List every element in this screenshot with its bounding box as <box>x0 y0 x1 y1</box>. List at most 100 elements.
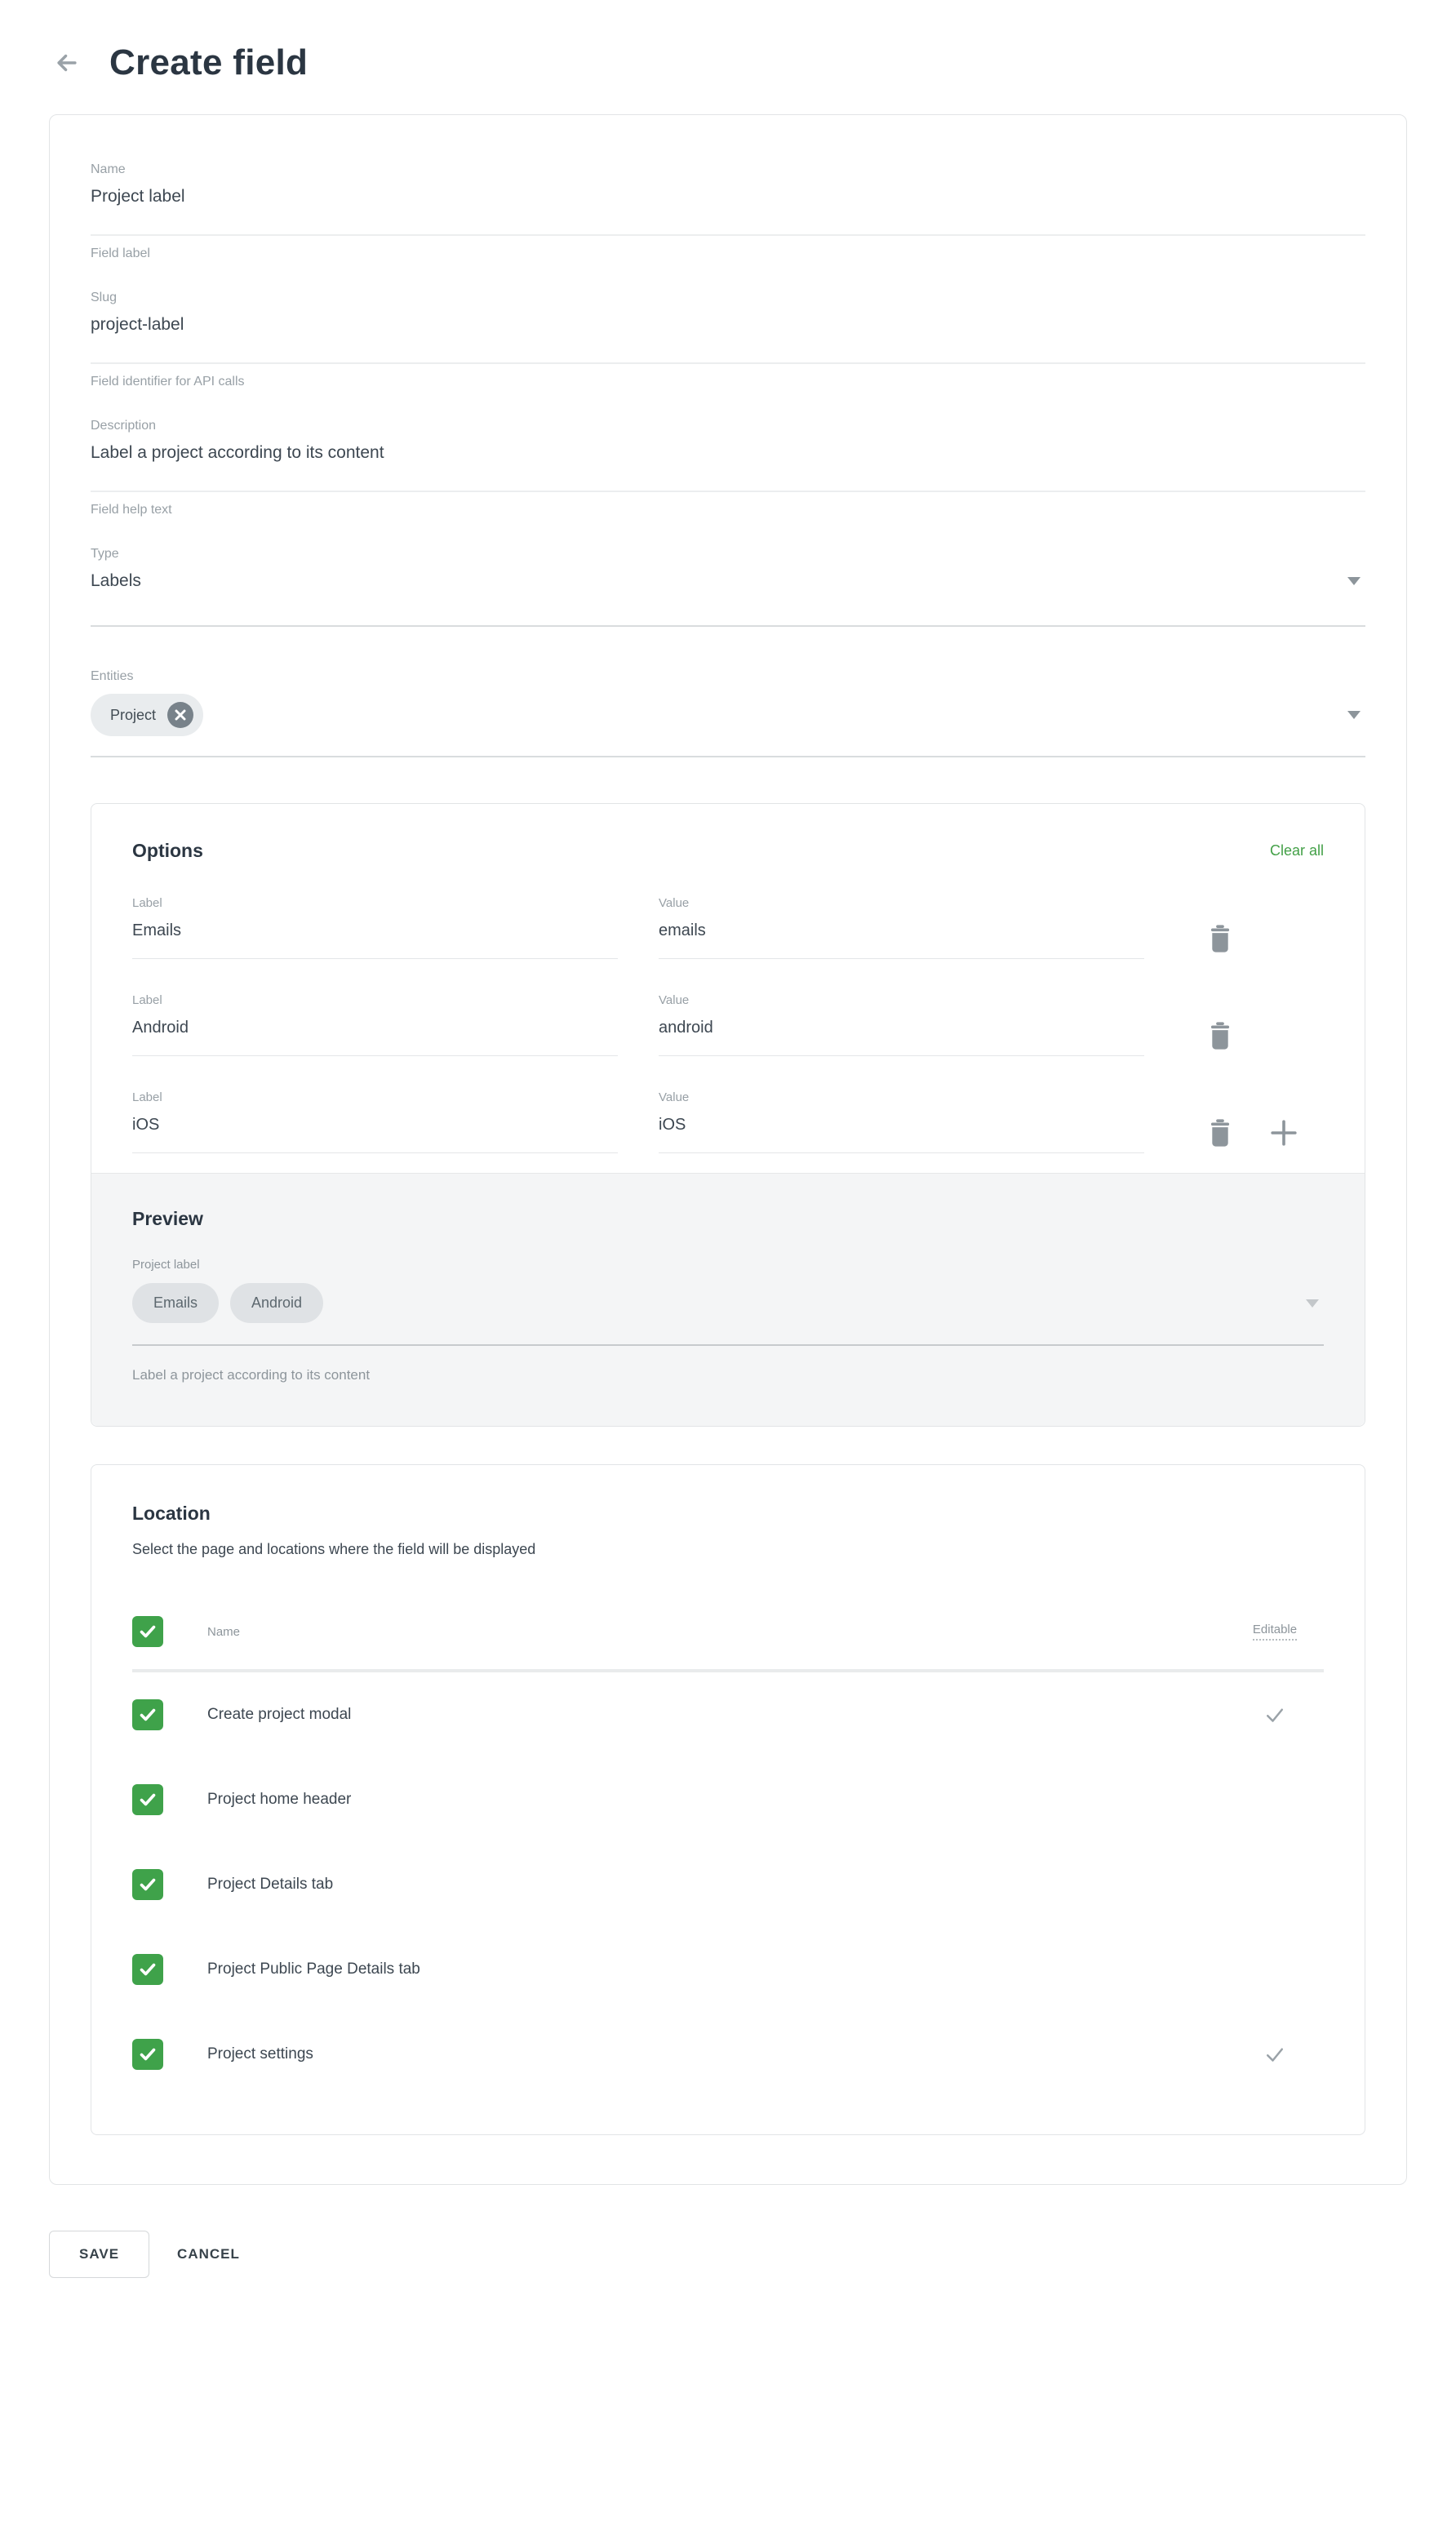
preview-field-label: Project label <box>132 1258 1324 1272</box>
location-row: Create project modal <box>132 1672 1324 1757</box>
trash-icon <box>1206 1041 1234 1053</box>
location-table-header: Name Editable <box>132 1601 1324 1663</box>
option-row: Label iOS Value iOS <box>132 1090 1324 1153</box>
check-icon <box>138 1705 158 1725</box>
entities-field-group: Entities Project <box>91 669 1365 757</box>
location-row-name: Create project modal <box>184 1706 1226 1724</box>
close-icon <box>175 709 186 721</box>
chevron-down-icon <box>1347 711 1361 719</box>
option-value-caption: Value <box>659 896 1144 910</box>
plus-icon <box>1270 1138 1298 1150</box>
description-input[interactable]: Label a project according to its content <box>91 443 1365 492</box>
form-actions: SAVE CANCEL <box>49 2231 1407 2278</box>
preview-chip: Android <box>230 1283 323 1323</box>
option-label-input[interactable]: iOS <box>132 1116 618 1153</box>
description-field-group: Description Label a project according to… <box>91 419 1365 517</box>
slug-input[interactable]: project-label <box>91 315 1365 364</box>
column-header-editable: Editable <box>1253 1623 1297 1641</box>
column-header-name: Name <box>184 1625 1226 1639</box>
option-label-caption: Label <box>132 896 618 910</box>
check-icon <box>138 1622 158 1641</box>
page-title: Create field <box>109 42 308 83</box>
location-table: Name Editable Create project modal <box>132 1601 1324 2097</box>
trash-icon <box>1206 1138 1234 1150</box>
preview-section: Preview Project label Emails Android Lab… <box>91 1173 1365 1426</box>
check-icon <box>138 1960 158 1979</box>
option-label-input[interactable]: Emails <box>132 921 618 959</box>
editable-check-icon <box>1263 1703 1287 1727</box>
option-value-input[interactable]: iOS <box>659 1116 1144 1153</box>
chevron-down-icon <box>1306 1299 1319 1308</box>
chevron-down-icon <box>1347 577 1361 585</box>
option-value-caption: Value <box>659 1090 1144 1104</box>
option-value-input[interactable]: emails <box>659 921 1144 959</box>
delete-option-button[interactable] <box>1206 1118 1234 1148</box>
location-row-name: Project Public Page Details tab <box>184 1960 1226 1978</box>
editable-check-icon <box>1263 2042 1287 2067</box>
delete-option-button[interactable] <box>1206 924 1234 953</box>
location-row: Project home header <box>132 1757 1324 1842</box>
location-title: Location <box>132 1503 1324 1525</box>
type-field-label: Type <box>91 547 1365 562</box>
chip-remove-button[interactable] <box>167 702 193 728</box>
options-box: Options Clear all Label Emails Value ema… <box>91 803 1365 1427</box>
check-icon <box>138 1790 158 1809</box>
option-label-caption: Label <box>132 993 618 1007</box>
type-field-group: Type Labels <box>91 547 1365 627</box>
name-field-helper: Field label <box>91 246 1365 261</box>
option-value-caption: Value <box>659 993 1144 1007</box>
clear-all-button[interactable]: Clear all <box>1270 842 1324 859</box>
option-row: Label Emails Value emails <box>132 896 1324 959</box>
save-button[interactable]: SAVE <box>49 2231 149 2278</box>
entity-chip-project[interactable]: Project <box>91 694 203 736</box>
option-row: Label Android Value android <box>132 993 1324 1056</box>
description-field-label: Description <box>91 419 1365 433</box>
name-field-group: Name Project label Field label <box>91 162 1365 261</box>
preview-select: Emails Android <box>132 1283 1324 1346</box>
create-field-card: Name Project label Field label Slug proj… <box>49 114 1407 2185</box>
slug-field-label: Slug <box>91 291 1365 305</box>
options-title: Options <box>132 840 203 862</box>
entities-field-label: Entities <box>91 669 1365 684</box>
location-checkbox[interactable] <box>132 1784 163 1815</box>
location-subtitle: Select the page and locations where the … <box>132 1541 1324 1558</box>
option-value-input[interactable]: android <box>659 1019 1144 1056</box>
option-label-input[interactable]: Android <box>132 1019 618 1056</box>
description-field-helper: Field help text <box>91 503 1365 517</box>
location-row-name: Project settings <box>184 2045 1226 2063</box>
page-header: Create field <box>0 42 1456 83</box>
location-checkbox[interactable] <box>132 1954 163 1985</box>
create-field-page: Create field Name Project label Field la… <box>0 0 1456 2327</box>
location-checkbox[interactable] <box>132 1869 163 1900</box>
back-button[interactable] <box>49 45 85 81</box>
cancel-button[interactable]: CANCEL <box>177 2246 240 2262</box>
location-checkbox[interactable] <box>132 2039 163 2070</box>
entities-select[interactable]: Project <box>91 694 1365 757</box>
type-select-value: Labels <box>91 571 141 591</box>
name-input[interactable]: Project label <box>91 187 1365 236</box>
type-select[interactable]: Labels <box>91 571 1365 627</box>
add-option-button[interactable] <box>1270 1118 1298 1148</box>
preview-title: Preview <box>132 1208 1324 1230</box>
location-row-name: Project Details tab <box>184 1876 1226 1894</box>
option-label-caption: Label <box>132 1090 618 1104</box>
location-row-name: Project home header <box>184 1791 1226 1809</box>
entity-chip-label: Project <box>110 707 156 724</box>
location-row: Project Details tab <box>132 1842 1324 1927</box>
location-section: Location Select the page and locations w… <box>91 1464 1365 2135</box>
back-arrow-icon <box>53 49 81 77</box>
preview-helper: Label a project according to its content <box>132 1367 1324 1383</box>
check-icon <box>138 2045 158 2064</box>
preview-chip: Emails <box>132 1283 219 1323</box>
slug-field-group: Slug project-label Field identifier for … <box>91 291 1365 389</box>
trash-icon <box>1206 944 1234 956</box>
select-all-checkbox[interactable] <box>132 1616 163 1647</box>
slug-field-helper: Field identifier for API calls <box>91 375 1365 389</box>
location-row: Project settings <box>132 2012 1324 2097</box>
location-row: Project Public Page Details tab <box>132 1927 1324 2012</box>
delete-option-button[interactable] <box>1206 1021 1234 1050</box>
location-checkbox[interactable] <box>132 1699 163 1730</box>
options-section: Options Clear all Label Emails Value ema… <box>91 804 1365 1173</box>
name-field-label: Name <box>91 162 1365 177</box>
check-icon <box>138 1875 158 1894</box>
